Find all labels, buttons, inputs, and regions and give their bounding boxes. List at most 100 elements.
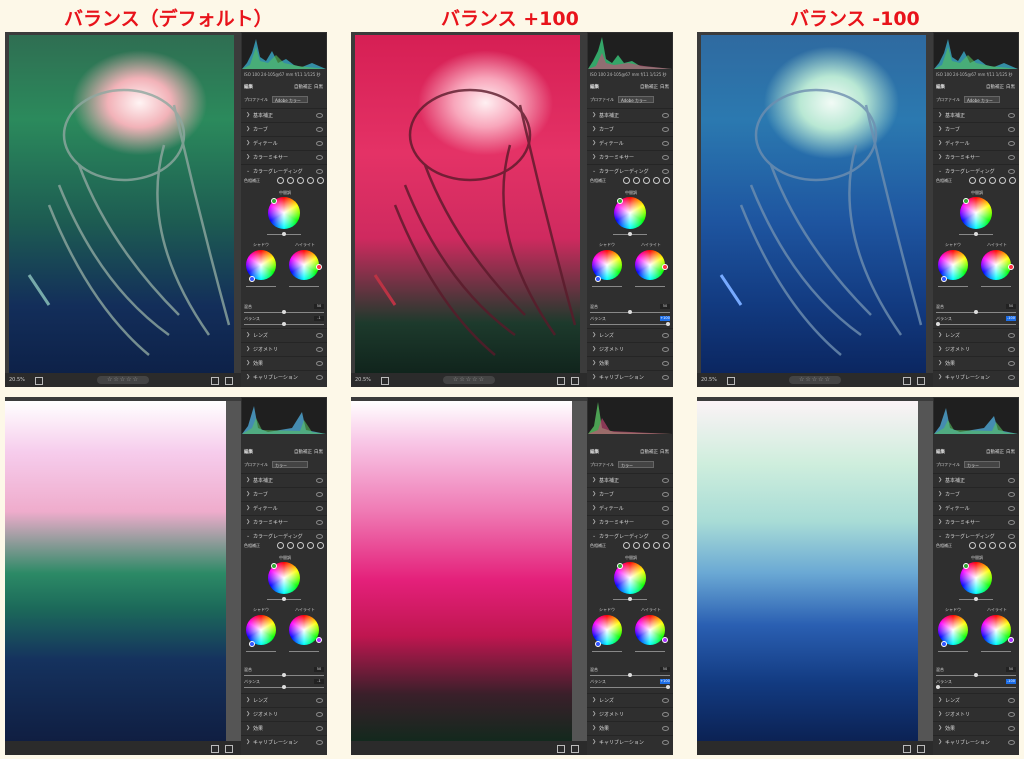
eye-icon[interactable] <box>1008 698 1015 703</box>
eye-icon[interactable] <box>662 375 669 380</box>
balance-value[interactable]: -100 <box>1006 316 1016 321</box>
bw-button[interactable]: 白黒 <box>1006 449 1015 455</box>
midtone-pin[interactable] <box>617 198 623 204</box>
highlight-mode-icon[interactable] <box>307 177 314 184</box>
eye-icon[interactable] <box>662 113 669 118</box>
eye-icon[interactable] <box>662 127 669 132</box>
compare-icon[interactable] <box>381 377 389 385</box>
section-lens[interactable]: ❯ レンズ <box>587 328 673 342</box>
highlight-slider[interactable] <box>289 651 319 652</box>
section-lens[interactable]: ❯ レンズ <box>933 693 1019 707</box>
section-calibration[interactable]: ❯ キャリブレーション <box>933 735 1019 749</box>
bw-button[interactable]: 白黒 <box>314 84 323 90</box>
zoom-level[interactable]: 20.5% <box>9 373 25 387</box>
section-lens[interactable]: ❯ レンズ <box>241 328 327 342</box>
eye-icon[interactable] <box>316 726 323 731</box>
shadow-pin[interactable] <box>595 276 601 282</box>
eye-icon[interactable] <box>662 155 669 160</box>
eye-icon[interactable] <box>316 698 323 703</box>
mode-selector[interactable] <box>277 176 324 184</box>
eye-icon[interactable] <box>1008 740 1015 745</box>
section-effects[interactable]: ❯ 効果 <box>933 721 1019 735</box>
global-mode-icon[interactable] <box>1009 542 1016 549</box>
section-effects[interactable]: ❯ 効果 <box>933 356 1019 370</box>
section-effects[interactable]: ❯ 効果 <box>241 356 327 370</box>
highlight-mode-icon[interactable] <box>307 542 314 549</box>
section-detail[interactable]: ❯ ディテール <box>933 136 1019 150</box>
shadow-slider[interactable] <box>938 286 968 287</box>
split-view-icon[interactable] <box>225 377 233 385</box>
eye-icon[interactable] <box>1008 361 1015 366</box>
shadow-mode-icon[interactable] <box>979 542 986 549</box>
star-rating[interactable]: ☆☆☆☆☆ <box>789 376 841 384</box>
balance-knob[interactable] <box>936 685 940 689</box>
blend-value[interactable]: 50 <box>1006 304 1016 309</box>
balance-knob[interactable] <box>666 685 670 689</box>
shadow-mode-icon[interactable] <box>633 542 640 549</box>
mode-selector[interactable] <box>623 541 670 549</box>
eye-icon[interactable] <box>1008 478 1015 483</box>
global-mode-icon[interactable] <box>317 177 324 184</box>
section-curve[interactable]: ❯ カーブ <box>933 487 1019 501</box>
section-curve[interactable]: ❯ カーブ <box>587 487 673 501</box>
profile-select[interactable]: カラー <box>272 461 308 468</box>
midtone-mode-icon[interactable] <box>643 542 650 549</box>
midtone-mode-icon[interactable] <box>297 177 304 184</box>
eye-icon[interactable] <box>1008 375 1015 380</box>
eye-icon[interactable] <box>1008 712 1015 717</box>
eye-icon[interactable] <box>662 698 669 703</box>
section-geometry[interactable]: ❯ ジオメトリ <box>933 342 1019 356</box>
profile-select[interactable]: Adobe カラー <box>964 96 1000 103</box>
filmstrip-icon[interactable] <box>211 745 219 753</box>
section-geometry[interactable]: ❯ ジオメトリ <box>241 707 327 721</box>
eye-icon[interactable] <box>662 520 669 525</box>
section-lens[interactable]: ❯ レンズ <box>933 328 1019 342</box>
eye-icon[interactable] <box>1008 127 1015 132</box>
balance-value[interactable]: -1 <box>314 679 324 684</box>
section-calibration[interactable]: ❯ キャリブレーション <box>241 735 327 749</box>
midtone-mode-icon[interactable] <box>297 542 304 549</box>
balance-slider[interactable] <box>590 324 670 325</box>
filmstrip-icon[interactable] <box>211 377 219 385</box>
midtone-mode-icon[interactable] <box>989 177 996 184</box>
blend-value[interactable]: 50 <box>660 667 670 672</box>
highlight-mode-icon[interactable] <box>999 542 1006 549</box>
section-color-mixer[interactable]: ❯ カラーミキサー <box>933 515 1019 529</box>
section-calibration[interactable]: ❯ キャリブレーション <box>587 735 673 749</box>
shadow-slider[interactable] <box>592 651 622 652</box>
midtone-pin[interactable] <box>271 198 277 204</box>
profile-select[interactable]: Adobe カラー <box>272 96 308 103</box>
section-curve[interactable]: ❯ カーブ <box>587 122 673 136</box>
auto-button[interactable]: 自動補正 <box>640 449 658 455</box>
section-effects[interactable]: ❯ 効果 <box>241 721 327 735</box>
highlight-wheel[interactable] <box>635 250 665 280</box>
filmstrip-icon[interactable] <box>903 377 911 385</box>
section-lens[interactable]: ❯ レンズ <box>587 693 673 707</box>
global-mode-icon[interactable] <box>1009 177 1016 184</box>
eye-icon[interactable] <box>662 740 669 745</box>
section-detail[interactable]: ❯ ディテール <box>241 501 327 515</box>
split-view-icon[interactable] <box>571 377 579 385</box>
highlight-wheel[interactable] <box>289 250 319 280</box>
shadow-pin[interactable] <box>941 276 947 282</box>
mode-selector[interactable] <box>623 176 670 184</box>
section-detail[interactable]: ❯ ディテール <box>241 136 327 150</box>
shadow-pin[interactable] <box>249 641 255 647</box>
eye-icon[interactable] <box>316 478 323 483</box>
auto-button[interactable]: 自動補正 <box>294 449 312 455</box>
eye-icon[interactable] <box>316 712 323 717</box>
shadow-mode-icon[interactable] <box>633 177 640 184</box>
section-color-mixer[interactable]: ❯ カラーミキサー <box>241 515 327 529</box>
highlight-slider[interactable] <box>289 286 319 287</box>
split-view-icon[interactable] <box>917 377 925 385</box>
shadow-pin[interactable] <box>249 276 255 282</box>
section-geometry[interactable]: ❯ ジオメトリ <box>587 707 673 721</box>
highlight-mode-icon[interactable] <box>999 177 1006 184</box>
eye-icon[interactable] <box>316 347 323 352</box>
shadow-mode-icon[interactable] <box>979 177 986 184</box>
balance-slider[interactable] <box>590 687 670 688</box>
eye-icon[interactable] <box>662 333 669 338</box>
section-detail[interactable]: ❯ ディテール <box>587 136 673 150</box>
highlight-slider[interactable] <box>635 651 665 652</box>
midtone-knob[interactable] <box>628 597 632 601</box>
